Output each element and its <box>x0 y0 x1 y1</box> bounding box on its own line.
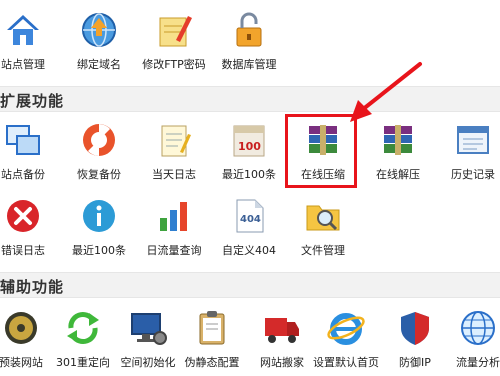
default-homepage-item[interactable]: 设置默认首页 <box>309 308 383 370</box>
traffic-analysis-label: 流量分析 <box>456 356 500 369</box>
svg-text:404: 404 <box>240 214 261 225</box>
restore-backup-label: 恢复备份 <box>77 168 121 181</box>
auxiliary-section-header: 辅助功能 <box>0 272 500 298</box>
site-migrate-item[interactable]: 网站搬家 <box>245 308 319 370</box>
svg-text:100: 100 <box>238 140 261 153</box>
history-label: 历史记录 <box>451 168 495 181</box>
database-manage-item[interactable]: 数据库管理 <box>212 10 286 72</box>
bind-domain-item[interactable]: 绑定域名 <box>62 10 136 72</box>
restore-backup-item[interactable]: 恢复备份 <box>62 120 136 182</box>
error-x-icon <box>7 200 39 232</box>
ftp-password-item[interactable]: 修改FTP密码 <box>137 10 211 72</box>
info-icon <box>83 200 115 232</box>
globe-upload-icon <box>82 13 116 47</box>
custom-404-item[interactable]: 404 自定义404 <box>212 196 286 258</box>
auxiliary-section-title: 辅助功能 <box>0 278 65 296</box>
globe-icon <box>461 311 495 345</box>
folder-search-icon <box>306 205 340 231</box>
lifebuoy-icon <box>83 124 115 156</box>
custom-404-label: 自定义404 <box>222 244 276 257</box>
extension-section-title: 扩展功能 <box>0 92 65 110</box>
site-backup-label: 站点备份 <box>1 168 45 181</box>
today-log-item[interactable]: 当天日志 <box>137 120 211 182</box>
ie-icon <box>327 313 365 345</box>
site-migrate-label: 网站搬家 <box>260 356 304 369</box>
windows-stack-icon <box>6 125 40 155</box>
recent-100-error-item[interactable]: 最近100条 <box>62 196 136 258</box>
site-manage-label: 站点管理 <box>1 58 45 71</box>
redirect-301-label: 301重定向 <box>56 356 110 369</box>
daily-traffic-item[interactable]: 日流量查询 <box>137 196 211 258</box>
file-manage-label: 文件管理 <box>301 244 345 257</box>
recent-100-item[interactable]: 100 最近100条 <box>212 120 286 182</box>
home-icon <box>7 15 39 45</box>
error-log-label: 错误日志 <box>1 244 45 257</box>
online-extract-label: 在线解压 <box>376 168 420 181</box>
bar-chart-icon <box>160 202 187 231</box>
page-404-icon: 404 <box>236 199 264 233</box>
monitor-gear-icon <box>131 313 167 345</box>
database-lock-icon <box>236 12 262 47</box>
pencil-note-icon <box>159 16 192 47</box>
clipboard-icon <box>199 311 225 345</box>
window-list-icon <box>457 126 489 154</box>
shield-icon <box>401 312 429 345</box>
gold-disc-icon <box>5 312 37 344</box>
truck-icon <box>265 318 299 343</box>
calendar-100-icon: 100 <box>233 125 265 157</box>
space-init-label: 空间初始化 <box>120 356 176 369</box>
ftp-password-label: 修改FTP密码 <box>142 58 206 71</box>
site-backup-item[interactable]: 站点备份 <box>0 120 60 182</box>
refresh-arrows-icon <box>67 312 99 344</box>
site-manage-item[interactable]: 站点管理 <box>0 10 60 72</box>
notepad-pencil-icon <box>161 125 191 157</box>
traffic-analysis-item[interactable]: 流量分析 <box>441 308 500 370</box>
space-init-item[interactable]: 空间初始化 <box>111 308 185 370</box>
annotation-arrow <box>350 62 422 122</box>
database-manage-label: 数据库管理 <box>221 58 277 71</box>
bind-domain-label: 绑定域名 <box>77 58 121 71</box>
error-log-item[interactable]: 错误日志 <box>0 196 60 258</box>
default-homepage-label: 设置默认首页 <box>313 356 379 369</box>
rewrite-config-item[interactable]: 伪静态配置 <box>175 308 249 370</box>
control-panel: 站点管理 绑定域名 修改FTP密码 数据库管理 扩展功能 站点备份 恢复备份 当… <box>0 0 500 376</box>
redirect-301-item[interactable]: 301重定向 <box>46 308 120 370</box>
history-item[interactable]: 历史记录 <box>436 120 500 182</box>
daily-traffic-label: 日流量查询 <box>146 244 202 257</box>
recent-100-label: 最近100条 <box>222 168 276 181</box>
file-manage-item[interactable]: 文件管理 <box>286 196 360 258</box>
recent-100-error-label: 最近100条 <box>72 244 126 257</box>
rewrite-config-label: 伪静态配置 <box>184 356 240 369</box>
today-log-label: 当天日志 <box>152 168 196 181</box>
